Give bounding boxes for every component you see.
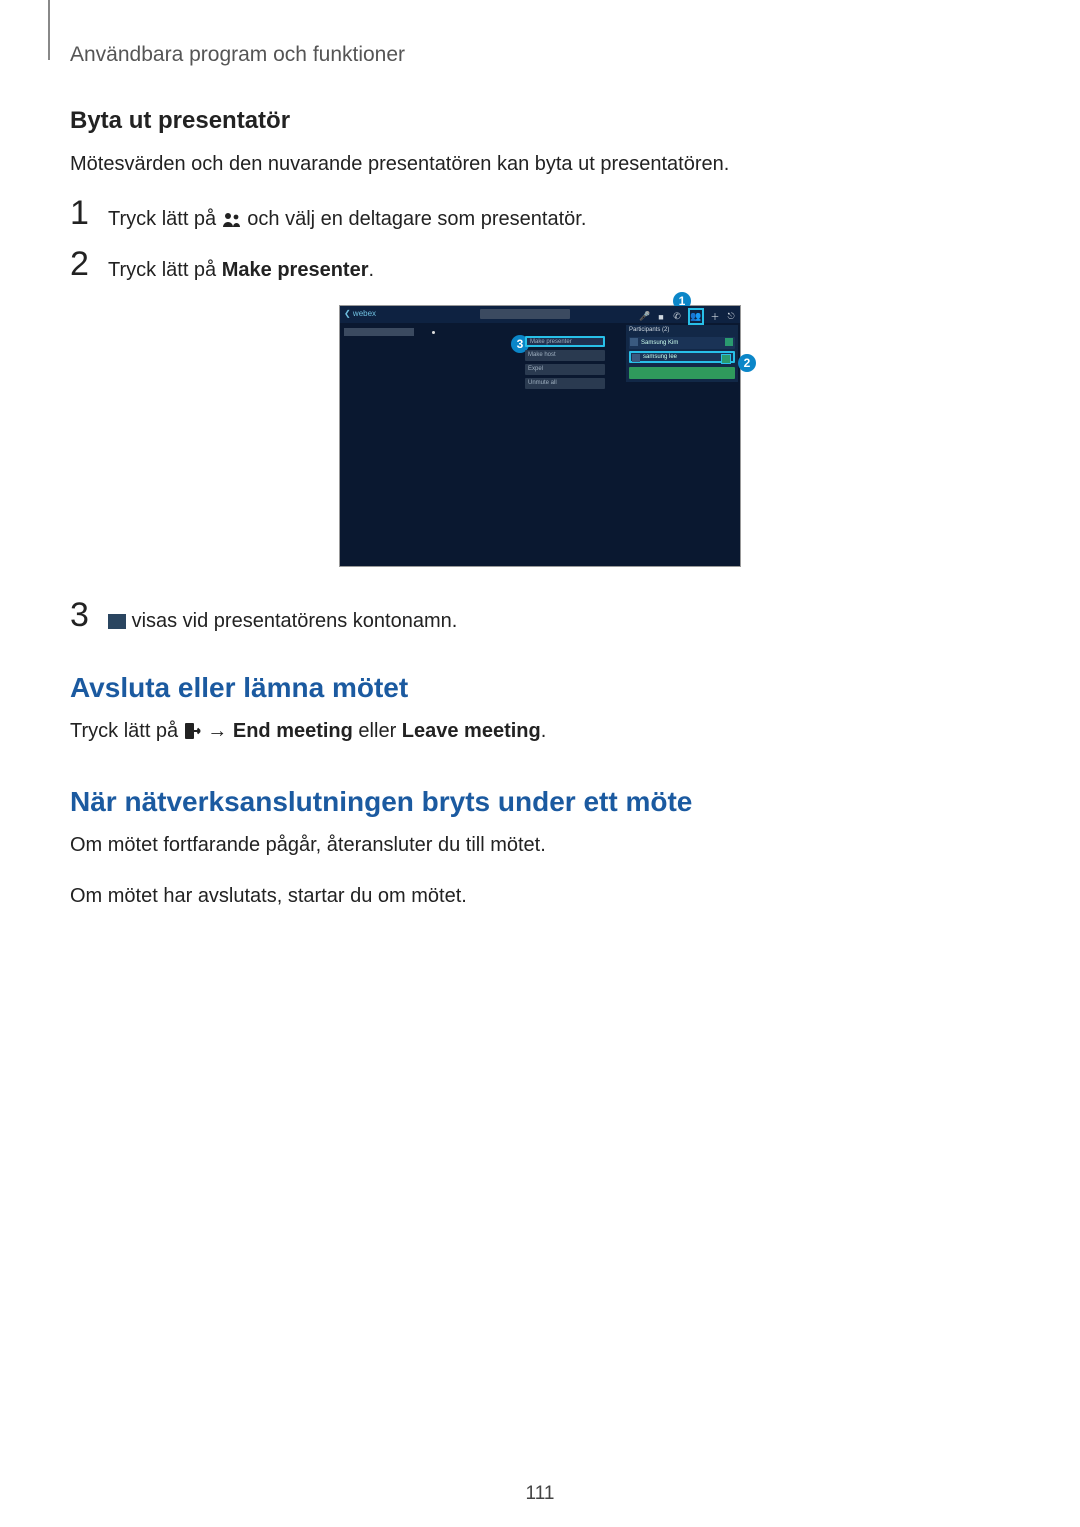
- p-a: Tryck lätt på: [70, 720, 184, 742]
- menu-make-host: Make host: [525, 350, 605, 361]
- step2-text-b: .: [368, 259, 374, 281]
- mic-status-icon: [721, 354, 731, 364]
- ss-icon-row: 🎤 ■ ✆ 👥 ＋ ⎋: [640, 308, 736, 325]
- panel-action-button: [629, 367, 735, 379]
- participants-icon: [222, 207, 242, 237]
- ss-topbar: ❮ webex 🎤 ■ ✆ 👥 ＋ ⎋: [340, 306, 740, 323]
- participant-name: Samsung Kim: [641, 340, 678, 346]
- step-number: 1: [70, 196, 108, 230]
- intro-paragraph: Mötesvärden och den nuvarande presentatö…: [70, 149, 1010, 180]
- running-header: Användbara program och funktioner: [70, 43, 1010, 67]
- mid: eller: [353, 720, 402, 742]
- step-2: 2 Tryck lätt på Make presenter.: [70, 251, 1010, 285]
- ss-back-label: ❮ webex: [344, 309, 376, 318]
- end-period: .: [541, 720, 547, 742]
- ss-title-placeholder: [480, 309, 570, 319]
- phone-icon: ✆: [672, 311, 682, 322]
- ss-subtitle-placeholder: [344, 328, 414, 336]
- ss-context-menu: Make presenter Make host Expel Unmute al…: [525, 336, 605, 392]
- participant-name: samsung lee: [643, 354, 677, 360]
- webex-screenshot: 1 2 3 ❮ webex 🎤 ■ ✆ 👥 ＋ ⎋ Make presenter: [339, 305, 741, 567]
- heading-end-meeting: Avsluta eller lämna mötet: [70, 672, 1010, 704]
- step-3: 3 visas vid presentatörens kontonamn.: [70, 602, 1010, 636]
- participant-row-2: samsung lee: [629, 351, 735, 363]
- panel-header: Participants (2): [626, 325, 738, 335]
- step-body: Tryck lätt på Make presenter.: [108, 251, 374, 285]
- network-p1: Om mötet fortfarande pågår, återansluter…: [70, 830, 1010, 861]
- video-icon: ■: [656, 311, 666, 322]
- avatar-icon: [632, 354, 640, 362]
- network-p2: Om mötet har avslutats, startar du om mö…: [70, 881, 1010, 912]
- menu-unmute-all: Unmute all: [525, 378, 605, 389]
- mic-status-icon: [725, 338, 733, 346]
- step1-text-b: och välj en deltagare som presentatör.: [247, 208, 586, 230]
- exit-door-icon: [184, 719, 202, 750]
- subheading-change-presenter: Byta ut presentatör: [70, 107, 1010, 135]
- page-number: 111: [0, 1483, 1080, 1505]
- step-number: 2: [70, 247, 108, 281]
- end-meeting-paragraph: Tryck lätt på → End meeting eller Leave …: [70, 716, 1010, 750]
- mic-icon: 🎤: [640, 311, 650, 322]
- bold-leave: Leave meeting: [402, 720, 541, 742]
- step3-text: visas vid presentatörens kontonamn.: [132, 610, 458, 632]
- step2-bold: Make presenter: [222, 259, 369, 281]
- step1-text-a: Tryck lätt på: [108, 208, 222, 230]
- menu-make-presenter: Make presenter: [525, 336, 605, 347]
- exit-icon: ⎋: [726, 311, 736, 322]
- step-body: visas vid presentatörens kontonamn.: [108, 602, 457, 636]
- page-content: Användbara program och funktioner Byta u…: [0, 0, 1080, 1527]
- add-user-icon: ＋: [710, 311, 720, 322]
- avatar-icon: [630, 338, 638, 346]
- screenshot-figure: 1 2 3 ❮ webex 🎤 ■ ✆ 👥 ＋ ⎋ Make presenter: [70, 305, 1010, 572]
- arrow: →: [202, 720, 233, 742]
- ss-participants-panel: Participants (2) Samsung Kim samsung lee: [626, 325, 738, 382]
- participants-icon: 👥: [688, 308, 704, 325]
- step-1: 1 Tryck lätt på och välj en deltagare so…: [70, 200, 1010, 237]
- ss-dot: [432, 331, 435, 334]
- step-number: 3: [70, 598, 108, 632]
- callout-2: 2: [738, 354, 756, 372]
- participant-row-1: Samsung Kim: [629, 337, 735, 349]
- bold-end: End meeting: [233, 720, 353, 742]
- heading-network-lost: När nätverksanslutningen bryts under ett…: [70, 786, 1010, 818]
- presenter-badge-icon: [108, 614, 126, 629]
- step-body: Tryck lätt på och välj en deltagare som …: [108, 200, 586, 237]
- menu-expel: Expel: [525, 364, 605, 375]
- step2-text-a: Tryck lätt på: [108, 259, 222, 281]
